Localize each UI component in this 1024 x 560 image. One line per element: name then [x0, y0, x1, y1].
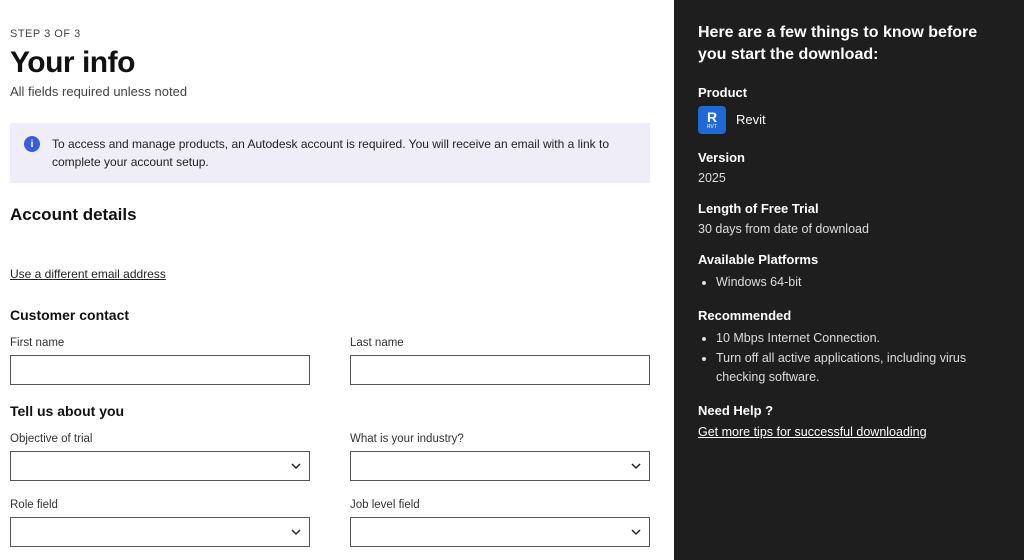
list-item: Turn off all active applications, includ… [716, 349, 1000, 387]
trial-label: Length of Free Trial [698, 201, 1000, 216]
platforms-list: Windows 64-bit [698, 273, 1000, 292]
account-email [10, 243, 650, 259]
joblevel-select[interactable] [350, 517, 650, 547]
first-name-label: First name [10, 337, 310, 349]
step-indicator: STEP 3 OF 3 [10, 28, 650, 40]
about-row-2: Role field Job level field [10, 499, 650, 547]
product-icon-letter: R [707, 110, 717, 124]
sidebar-heading: Here are a few things to know before you… [698, 22, 1000, 67]
account-details-heading: Account details [10, 205, 650, 225]
product-label: Product [698, 85, 1000, 100]
change-email-link[interactable]: Use a different email address [10, 267, 166, 281]
right-panel: Here are a few things to know before you… [674, 0, 1024, 560]
industry-select[interactable] [350, 451, 650, 481]
notice-text: To access and manage products, an Autode… [52, 135, 636, 171]
objective-select[interactable] [10, 451, 310, 481]
joblevel-field: Job level field [350, 499, 650, 547]
product-row: R RVT Revit [698, 106, 1000, 134]
product-icon-sub: RVT [707, 125, 717, 130]
about-you-heading: Tell us about you [10, 403, 650, 419]
role-field: Role field [10, 499, 310, 547]
list-item: 10 Mbps Internet Connection. [716, 329, 1000, 348]
industry-field: What is your industry? [350, 433, 650, 481]
info-icon: i [24, 136, 40, 152]
industry-label: What is your industry? [350, 433, 650, 445]
trial-value: 30 days from date of download [698, 222, 1000, 236]
help-label: Need Help ? [698, 403, 1000, 418]
recommended-label: Recommended [698, 308, 1000, 323]
version-label: Version [698, 150, 1000, 165]
customer-contact-heading: Customer contact [10, 307, 650, 323]
product-name: Revit [736, 112, 766, 127]
last-name-field: Last name [350, 337, 650, 385]
last-name-input[interactable] [350, 355, 650, 385]
product-icon: R RVT [698, 106, 726, 134]
page-title: Your info [10, 46, 650, 80]
last-name-label: Last name [350, 337, 650, 349]
role-label: Role field [10, 499, 310, 511]
joblevel-label: Job level field [350, 499, 650, 511]
help-link[interactable]: Get more tips for successful downloading [698, 425, 927, 439]
left-panel: STEP 3 OF 3 Your info All fields require… [0, 0, 674, 560]
platforms-label: Available Platforms [698, 252, 1000, 267]
objective-field: Objective of trial [10, 433, 310, 481]
name-row: First name Last name [10, 337, 650, 385]
notice-box: i To access and manage products, an Auto… [10, 123, 650, 183]
role-select[interactable] [10, 517, 310, 547]
page-subtitle: All fields required unless noted [10, 84, 650, 99]
objective-label: Objective of trial [10, 433, 310, 445]
first-name-field: First name [10, 337, 310, 385]
list-item: Windows 64-bit [716, 273, 1000, 292]
about-row-1: Objective of trial What is your industry… [10, 433, 650, 481]
first-name-input[interactable] [10, 355, 310, 385]
version-value: 2025 [698, 171, 1000, 185]
recommended-list: 10 Mbps Internet Connection. Turn off al… [698, 329, 1000, 387]
